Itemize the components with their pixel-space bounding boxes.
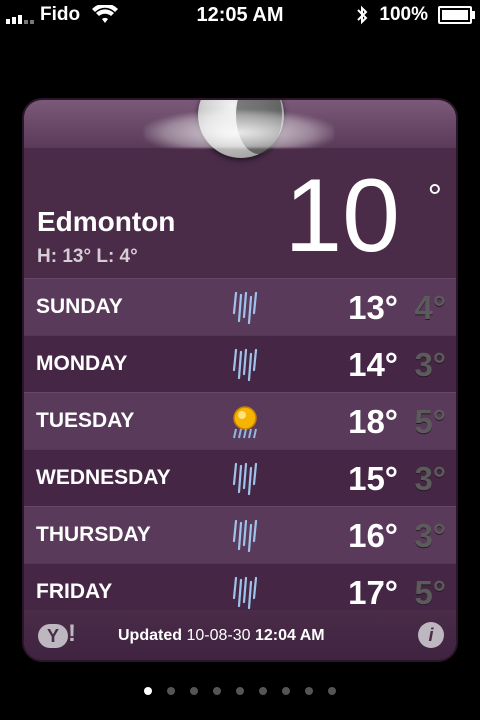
forecast-high: 17°: [348, 574, 398, 611]
forecast-list: SUNDAY 13° 4° MONDAY 14° 3° TUESDAY 18° 5° WEDNES…: [24, 278, 456, 620]
degree-symbol: °: [427, 176, 442, 217]
city-name: Edmonton: [37, 206, 176, 237]
forecast-low: 5°: [414, 574, 446, 611]
yahoo-logo[interactable]: Y: [38, 624, 68, 648]
battery-percent: 100%: [379, 4, 428, 25]
page-indicator[interactable]: [0, 687, 480, 695]
forecast-day: MONDAY: [36, 352, 128, 375]
bluetooth-icon: [357, 5, 368, 25]
forecast-high: 13°: [348, 289, 398, 326]
forecast-day: FRIDAY: [36, 580, 113, 603]
updated-status: Updated 10-08-30 12:04 AM: [118, 627, 325, 645]
forecast-low: 5°: [414, 403, 446, 440]
battery-icon: [438, 6, 475, 24]
forecast-high: 15°: [348, 460, 398, 497]
page-dot[interactable]: [282, 687, 290, 695]
forecast-low: 3°: [414, 346, 446, 383]
forecast-row: THURSDAY 16° 3°: [24, 506, 456, 563]
cloud-icon: [144, 110, 334, 148]
rain-icon: [232, 348, 258, 382]
page-dot[interactable]: [144, 687, 152, 695]
page-dot[interactable]: [236, 687, 244, 695]
forecast-day: SUNDAY: [36, 295, 123, 318]
battery-fill: [442, 10, 468, 20]
rain-icon: [232, 519, 258, 553]
forecast-day: TUESDAY: [36, 409, 135, 432]
updated-date: 10-08-30: [186, 627, 251, 644]
high-low-temp: H: 13° L: 4°: [37, 246, 138, 267]
weather-card[interactable]: Edmonton H: 13° L: 4° 10 ° SUNDAY 13° 4° MO…: [24, 100, 456, 660]
forecast-day: THURSDAY: [36, 523, 151, 546]
sun-rain-icon: [233, 406, 257, 439]
page-dot[interactable]: [190, 687, 198, 695]
forecast-low: 3°: [414, 517, 446, 554]
forecast-low: 3°: [414, 460, 446, 497]
info-button[interactable]: i: [418, 622, 444, 648]
yahoo-logo-bang: !: [68, 620, 76, 647]
forecast-day: WEDNESDAY: [36, 466, 171, 489]
status-right: 100%: [355, 4, 475, 26]
status-bar: Fido 12:05 AM 100%: [0, 0, 480, 30]
rain-icon: [232, 462, 258, 496]
forecast-row: SUNDAY 13° 4°: [24, 278, 456, 335]
forecast-high: 18°: [348, 403, 398, 440]
page-dot[interactable]: [328, 687, 336, 695]
current-temperature: 10: [284, 158, 400, 274]
card-footer: Y ! Updated 10-08-30 12:04 AM i: [24, 610, 456, 660]
page-dot[interactable]: [167, 687, 175, 695]
page-dot[interactable]: [305, 687, 313, 695]
forecast-high: 16°: [348, 517, 398, 554]
updated-label: Updated: [118, 627, 182, 644]
rain-icon: [232, 576, 258, 610]
forecast-row: TUESDAY 18° 5°: [24, 392, 456, 449]
rain-icon: [232, 291, 258, 325]
forecast-low: 4°: [414, 289, 446, 326]
page-dot[interactable]: [259, 687, 267, 695]
forecast-row: MONDAY 14° 3°: [24, 335, 456, 392]
page-dot[interactable]: [213, 687, 221, 695]
forecast-high: 14°: [348, 346, 398, 383]
forecast-row: WEDNESDAY 15° 3°: [24, 449, 456, 506]
updated-time: 12:04 AM: [254, 627, 325, 644]
